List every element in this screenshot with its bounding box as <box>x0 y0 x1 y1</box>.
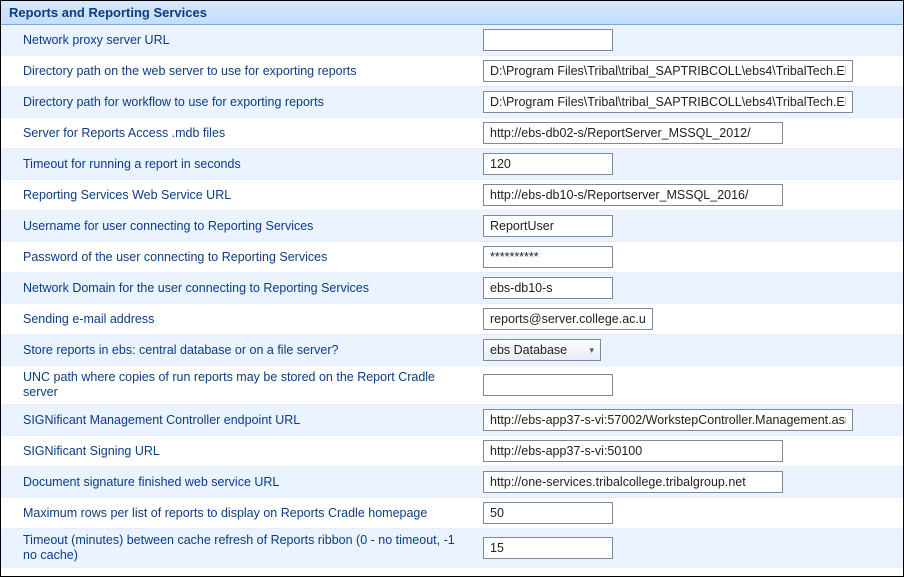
input-rs-domain[interactable] <box>483 277 613 299</box>
row-rs-web-service-url: Reporting Services Web Service URL <box>1 180 903 211</box>
label-sig-mgmt-url: SIGNificant Management Controller endpoi… <box>1 413 471 428</box>
input-network-proxy[interactable] <box>483 29 613 51</box>
input-mdb-server[interactable] <box>483 122 783 144</box>
input-max-rows[interactable] <box>483 502 613 524</box>
row-cache-timeout: Timeout (minutes) between cache refresh … <box>1 529 903 568</box>
label-network-proxy: Network proxy server URL <box>1 33 471 48</box>
select-store-reports-value: ebs Database <box>490 343 567 357</box>
label-unc-path: UNC path where copies of run reports may… <box>1 370 471 400</box>
row-rs-username: Username for user connecting to Reportin… <box>1 211 903 242</box>
label-sig-sign-url: SIGNificant Signing URL <box>1 444 471 459</box>
input-rs-username[interactable] <box>483 215 613 237</box>
row-network-proxy: Network proxy server URL <box>1 25 903 56</box>
input-cache-timeout[interactable] <box>483 537 613 559</box>
row-max-rows: Maximum rows per list of reports to disp… <box>1 498 903 529</box>
label-doc-sig-finished-url: Document signature finished web service … <box>1 475 471 490</box>
panel-header: Reports and Reporting Services <box>1 1 903 25</box>
row-rs-password: Password of the user connecting to Repor… <box>1 242 903 273</box>
row-timeout-sec: Timeout for running a report in seconds <box>1 149 903 180</box>
input-sig-sign-url[interactable] <box>483 440 783 462</box>
row-unc-path: UNC path where copies of run reports may… <box>1 366 903 405</box>
row-mdb-server: Server for Reports Access .mdb files <box>1 118 903 149</box>
input-rs-web-service-url[interactable] <box>483 184 783 206</box>
input-unc-path[interactable] <box>483 374 613 396</box>
settings-rows: Network proxy server URL Directory path … <box>1 25 903 568</box>
row-doc-sig-finished-url: Document signature finished web service … <box>1 467 903 498</box>
row-store-reports: Store reports in ebs: central database o… <box>1 335 903 366</box>
row-dir-export-workflow: Directory path for workflow to use for e… <box>1 87 903 118</box>
row-sig-sign-url: SIGNificant Signing URL <box>1 436 903 467</box>
input-dir-export-workflow[interactable] <box>483 91 853 113</box>
row-dir-export-web: Directory path on the web server to use … <box>1 56 903 87</box>
input-dir-export-web[interactable] <box>483 60 853 82</box>
settings-panel: Reports and Reporting Services Network p… <box>0 0 904 577</box>
label-store-reports: Store reports in ebs: central database o… <box>1 343 471 358</box>
label-dir-export-workflow: Directory path for workflow to use for e… <box>1 95 471 110</box>
chevron-down-icon: ▾ <box>589 345 594 356</box>
label-dir-export-web: Directory path on the web server to use … <box>1 64 471 79</box>
row-sig-mgmt-url: SIGNificant Management Controller endpoi… <box>1 405 903 436</box>
input-rs-password[interactable] <box>483 246 613 268</box>
panel-title: Reports and Reporting Services <box>9 5 207 20</box>
label-rs-username: Username for user connecting to Reportin… <box>1 219 471 234</box>
select-store-reports[interactable]: ebs Database ▾ <box>483 339 601 361</box>
label-rs-domain: Network Domain for the user connecting t… <box>1 281 471 296</box>
input-doc-sig-finished-url[interactable] <box>483 471 783 493</box>
label-rs-web-service-url: Reporting Services Web Service URL <box>1 188 471 203</box>
label-max-rows: Maximum rows per list of reports to disp… <box>1 506 471 521</box>
input-send-email[interactable] <box>483 308 653 330</box>
input-sig-mgmt-url[interactable] <box>483 409 853 431</box>
row-rs-domain: Network Domain for the user connecting t… <box>1 273 903 304</box>
label-mdb-server: Server for Reports Access .mdb files <box>1 126 471 141</box>
label-send-email: Sending e-mail address <box>1 312 471 327</box>
label-timeout-sec: Timeout for running a report in seconds <box>1 157 471 172</box>
row-send-email: Sending e-mail address <box>1 304 903 335</box>
label-cache-timeout: Timeout (minutes) between cache refresh … <box>1 533 471 563</box>
label-rs-password: Password of the user connecting to Repor… <box>1 250 471 265</box>
input-timeout-sec[interactable] <box>483 153 613 175</box>
